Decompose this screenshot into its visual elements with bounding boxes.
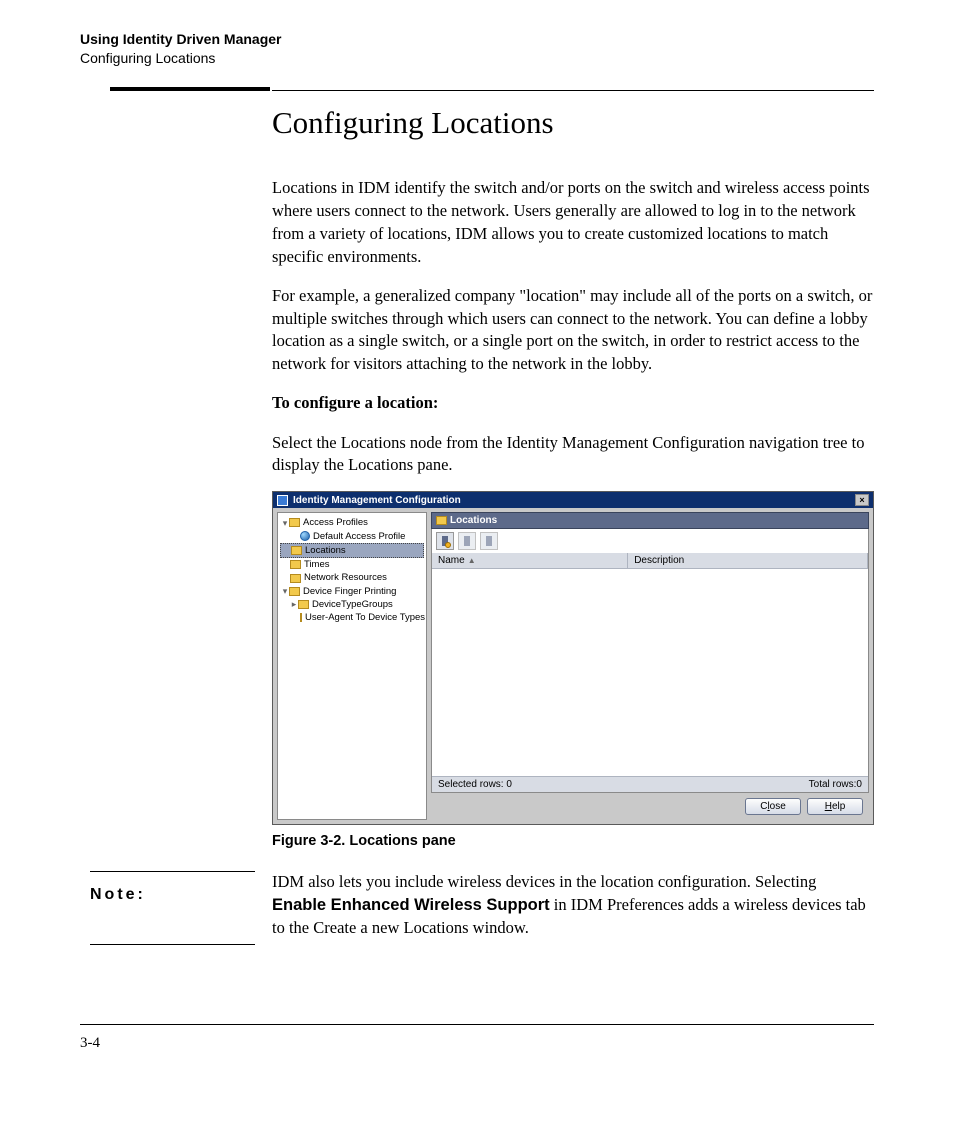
section-title: Configuring Locations [80,49,874,68]
note-rule-top [90,871,255,872]
pane-title-text: Locations [450,515,497,526]
total-rows-label: Total rows:0 [809,779,862,790]
status-bar: Selected rows: 0 Total rows:0 [432,776,868,792]
content-panel: Locations Name ▲ Description [431,512,869,820]
column-header-description[interactable]: Description [628,553,868,569]
tree-node-network-resources[interactable]: Network Resources [280,571,424,584]
tree-node-default-access-profile[interactable]: Default Access Profile [280,530,424,543]
sort-asc-icon: ▲ [468,556,476,565]
footer-rule [80,1024,874,1025]
close-button[interactable]: Close [745,798,801,815]
table-header: Name ▲ Description [432,553,868,569]
window-titlebar: Identity Management Configuration × [273,492,873,508]
window-title: Identity Management Configuration [293,495,461,506]
folder-icon [290,574,301,583]
note-rule-bottom [90,944,255,945]
tree-node-times[interactable]: Times [280,558,424,571]
navigation-tree[interactable]: ▾Access Profiles Default Access Profile … [277,512,427,820]
add-location-button[interactable] [436,532,454,550]
folder-icon [300,613,302,622]
page-number: 3-4 [80,1035,874,1052]
figure-caption: Figure 3-2. Locations pane [272,833,874,849]
app-window: Identity Management Configuration × ▾Acc… [272,491,874,825]
selected-rows-label: Selected rows: 0 [438,779,512,790]
horizontal-rule-accent [110,87,270,91]
body-paragraph: Select the Locations node from the Ident… [272,432,874,478]
help-button[interactable]: Help [807,798,863,815]
note-label: Note: [90,886,272,904]
tree-node-user-agent-device-types[interactable]: User-Agent To Device Types [280,611,424,624]
tree-node-device-type-groups[interactable]: ▸DeviceTypeGroups [280,598,424,611]
tree-node-device-finger-printing[interactable]: ▾Device Finger Printing [280,585,424,598]
dialog-button-row: Close Help [431,793,869,820]
note-block: Note: IDM also lets you include wireless… [80,871,874,953]
folder-icon [289,587,300,596]
edit-location-button[interactable] [458,532,476,550]
window-icon [277,495,288,506]
folder-icon [436,516,447,525]
close-icon[interactable]: × [855,494,869,506]
chapter-title: Using Identity Driven Manager [80,30,874,49]
pane-header: Locations [431,512,869,529]
note-text: IDM also lets you include wireless devic… [272,871,874,939]
folder-icon [298,600,309,609]
body-paragraph: For example, a generalized company "loca… [272,285,874,376]
horizontal-rule [272,90,874,91]
folder-icon [291,546,302,555]
folder-icon [290,560,301,569]
folder-icon [289,518,300,527]
globe-icon [300,531,310,541]
body-paragraph: To configure a location: [272,392,874,415]
toolbar [431,529,869,553]
delete-location-button[interactable] [480,532,498,550]
body-paragraph: Locations in IDM identify the switch and… [272,177,874,268]
step-heading: To configure a location: [272,393,438,412]
locations-table: Name ▲ Description Selected rows: 0 Tota… [431,553,869,793]
table-body-empty [432,569,868,776]
running-header: Using Identity Driven Manager Configurin… [80,30,874,68]
tree-node-locations[interactable]: Locations [280,543,424,558]
page-title: Configuring Locations [272,105,874,141]
tree-node-access-profiles[interactable]: ▾Access Profiles [280,516,424,529]
note-bold-term: Enable Enhanced Wireless Support [272,896,550,914]
column-header-name[interactable]: Name ▲ [432,553,628,569]
